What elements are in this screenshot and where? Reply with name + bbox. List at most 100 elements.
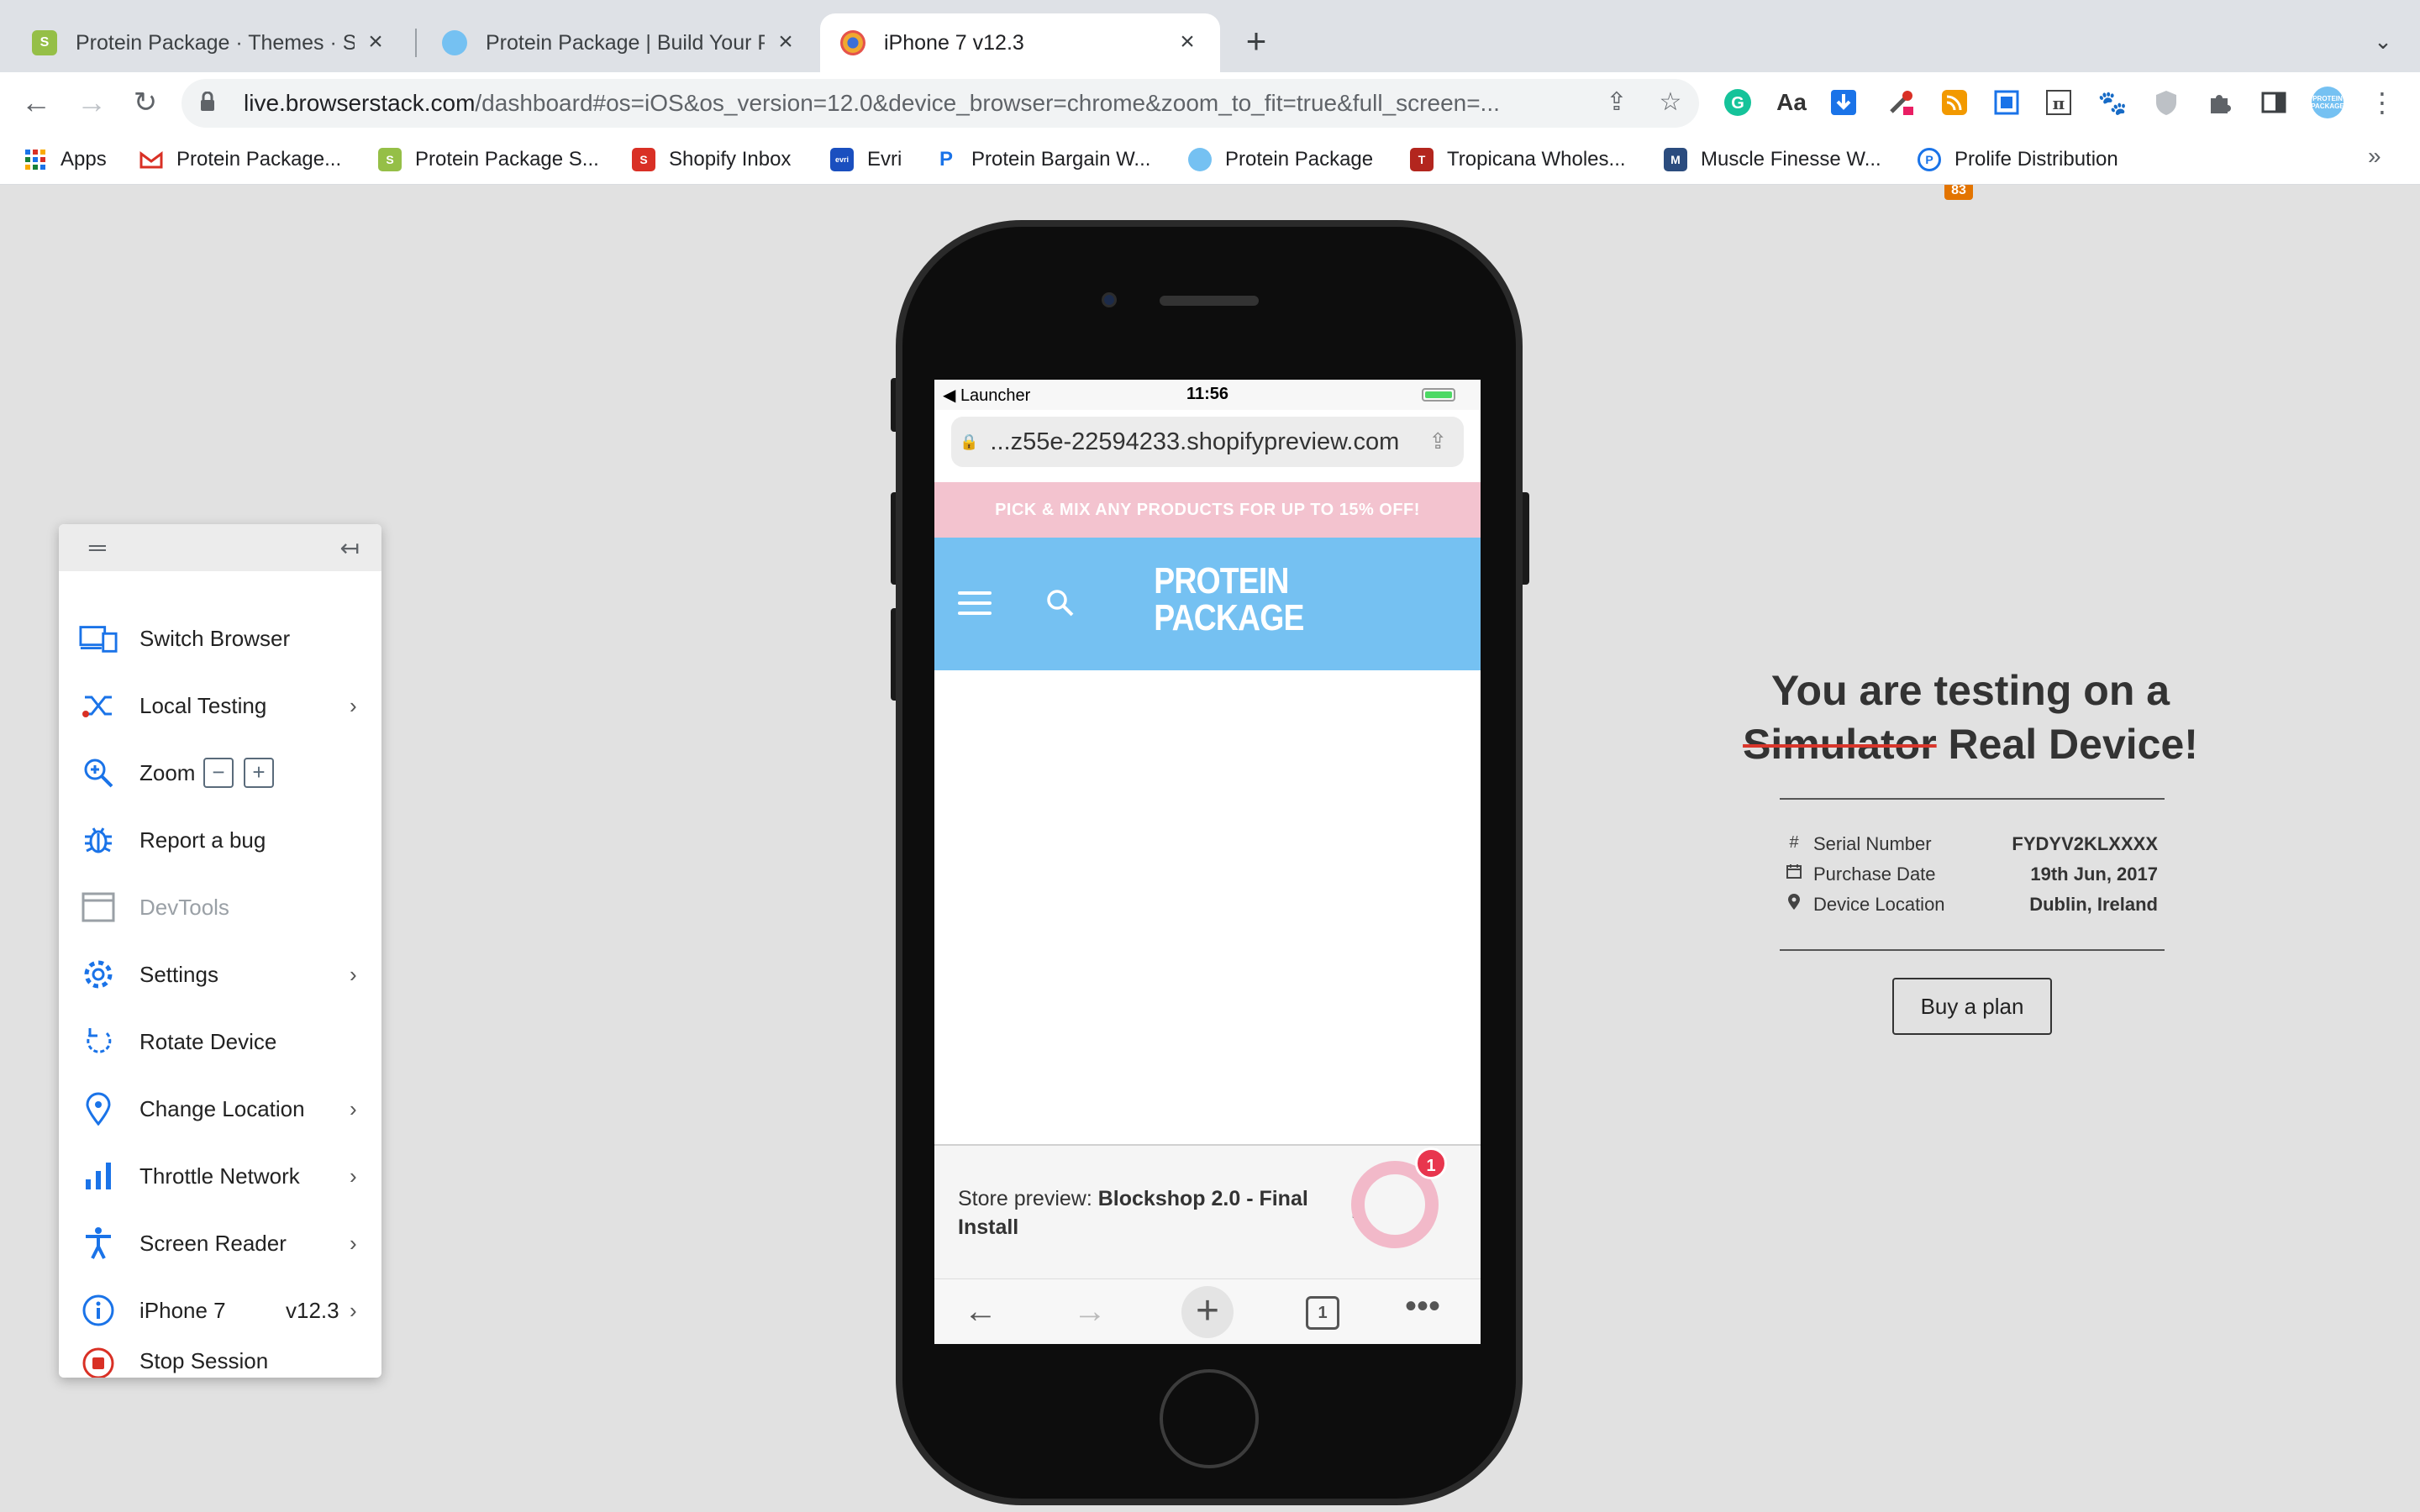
address-bar[interactable]: live.browserstack.com /dashboard#os=iOS&… (182, 79, 1699, 128)
bookmarks-overflow-icon[interactable]: » (2368, 143, 2381, 170)
search-icon[interactable] (1044, 586, 1077, 624)
side-panel-icon[interactable] (2255, 84, 2292, 121)
pb-icon: P (934, 148, 958, 171)
drag-handle-icon[interactable]: ═ (89, 536, 106, 559)
chevron-down-icon[interactable]: ⌄ (2368, 29, 2398, 59)
buy-plan-button[interactable]: Buy a plan (1892, 978, 2052, 1035)
home-button[interactable] (1160, 1369, 1259, 1468)
safari-url-bar[interactable]: 🔒 ...z55e-22594233.shopifypreview.com ⇪ (951, 417, 1464, 467)
local-testing-icon (79, 686, 118, 725)
shopify-icon: S (378, 148, 402, 171)
rss-icon[interactable] (1936, 84, 1973, 121)
stop-session-button[interactable]: Stop Session (59, 1344, 381, 1378)
formula-icon[interactable]: π (2040, 84, 2077, 121)
zoom-out-button[interactable]: − (203, 758, 234, 788)
info-icon (79, 1291, 118, 1330)
close-icon[interactable]: × (363, 29, 388, 55)
reload-button[interactable]: ↻ (126, 84, 165, 123)
eyedropper-icon[interactable] (1882, 84, 1919, 121)
site-header: PROTEIN PACKAGE (934, 538, 1481, 670)
device-info-panel: You are testing on a Simulator Real Devi… (1731, 664, 2210, 771)
device-location-row: Device Location Dublin, Ireland (1785, 890, 2158, 921)
grammarly-icon[interactable]: G (1719, 84, 1756, 121)
chevron-right-icon: › (350, 1163, 357, 1189)
screen-reader-button[interactable]: Screen Reader › (59, 1210, 381, 1277)
tab-iphone[interactable]: iPhone 7 v12.3 × (820, 13, 1220, 72)
info-title-struck: Simulator (1743, 721, 1937, 768)
zoom-in-button[interactable]: + (244, 758, 274, 788)
tab-build-your[interactable]: Protein Package | Build Your Pr × (422, 13, 818, 72)
devtools-button[interactable]: DevTools (59, 874, 381, 941)
dog-icon[interactable]: 🐾 (2094, 84, 2131, 121)
hash-icon: # (1789, 833, 1799, 852)
device-back-button[interactable]: ← (960, 1294, 1002, 1331)
chevron-right-icon: › (350, 1095, 357, 1121)
collapse-icon[interactable]: ↤ (340, 534, 360, 562)
local-testing-button[interactable]: Local Testing › (59, 672, 381, 739)
store-preview-text: Store preview: Blockshop 2.0 - Final Ins… (958, 1184, 1344, 1242)
tab-title: iPhone 7 v12.3 (884, 30, 1024, 55)
screenshot-icon[interactable] (1988, 84, 2025, 121)
device-info-button[interactable]: iPhone 7 v12.3 › (59, 1277, 381, 1344)
dictionary-icon[interactable]: Aa (1773, 84, 1810, 121)
bookmark-gmail[interactable]: Protein Package... (139, 143, 341, 176)
profile-avatar[interactable]: PROTEIN PACKAGE (2309, 84, 2346, 121)
preview-prefix: Store preview: (958, 1187, 1098, 1210)
forward-button[interactable]: → (72, 84, 111, 123)
svg-text:G: G (1731, 94, 1744, 113)
tab-themes[interactable]: S Protein Package · Themes · Sh × (12, 13, 408, 72)
bookmark-shopify[interactable]: S Protein Package S... (378, 143, 599, 176)
bookmark-shopify-inbox[interactable]: S Shopify Inbox (632, 143, 791, 176)
purchase-date-row: Purchase Date 19th Jun, 2017 (1785, 860, 2158, 890)
bookmark-tropicana[interactable]: T Tropicana Wholes... (1410, 143, 1626, 176)
calendar-icon (1785, 864, 1803, 884)
more-options-icon[interactable]: ••• (1402, 1289, 1444, 1326)
settings-button[interactable]: Settings › (59, 941, 381, 1008)
download-icon[interactable] (1825, 84, 1862, 121)
bug-icon (79, 821, 118, 859)
hamburger-menu-icon[interactable] (958, 591, 992, 617)
switch-browser-icon (79, 619, 118, 658)
report-bug-button[interactable]: Report a bug (59, 806, 381, 874)
bookmark-protein-bargain[interactable]: P Protein Bargain W... (934, 143, 1150, 176)
menu-label: Screen Reader (139, 1230, 287, 1256)
site-logo[interactable]: PROTEIN PACKAGE (1154, 563, 1304, 637)
rotate-icon (79, 1022, 118, 1061)
back-button[interactable]: ← (17, 84, 55, 123)
kebab-menu-icon[interactable]: ⋮ (2363, 84, 2402, 123)
bookmark-evri[interactable]: evri Evri (830, 143, 902, 176)
throttle-network-button[interactable]: Throttle Network › (59, 1142, 381, 1210)
share-icon[interactable]: ⇪ (1600, 86, 1634, 119)
back-to-launcher[interactable]: ◀ Launcher (943, 385, 1030, 406)
menu-label: Settings (139, 961, 218, 987)
bookmark-muscle-finesse[interactable]: M Muscle Finesse W... (1664, 143, 1881, 176)
share-icon[interactable]: ⇪ (1428, 428, 1447, 454)
bookmark-prolife[interactable]: P Prolife Distribution (1918, 143, 2118, 176)
device-tabs-button[interactable]: 1 (1306, 1296, 1339, 1330)
close-icon[interactable]: × (1175, 29, 1200, 55)
bookmark-label: Prolife Distribution (1954, 148, 2118, 171)
device-screen[interactable]: ◀ Launcher 11:56 🔒 ...z55e-22594233.shop… (934, 380, 1481, 1344)
bookmark-protein-package[interactable]: Protein Package (1188, 143, 1373, 176)
tab-title: Protein Package | Build Your Pr (486, 30, 765, 55)
close-icon[interactable]: × (773, 29, 798, 55)
change-location-button[interactable]: Change Location › (59, 1075, 381, 1142)
promo-banner[interactable]: PICK & MIX ANY PRODUCTS FOR UP TO 15% OF… (934, 482, 1481, 538)
bookmark-apps[interactable]: Apps (24, 143, 107, 176)
protein-package-icon (442, 30, 467, 55)
device-new-tab-button[interactable]: + (1181, 1286, 1234, 1338)
info-title-line1: You are testing on a (1770, 667, 2170, 714)
bookmark-label: Tropicana Wholes... (1447, 148, 1626, 171)
chevron-right-icon: › (350, 692, 357, 718)
info-value: FYDYV2KLXXXX (2012, 833, 2158, 854)
switch-browser-button[interactable]: Switch Browser (59, 605, 381, 672)
rotate-device-button[interactable]: Rotate Device (59, 1008, 381, 1075)
menu-label: DevTools (139, 894, 229, 920)
muscle-finesse-icon: M (1664, 148, 1687, 171)
shield-icon[interactable] (2148, 84, 2185, 121)
safari-bottom-bar: ← → + 1 ••• (934, 1278, 1481, 1344)
device-forward-button[interactable]: → (1069, 1294, 1111, 1331)
star-icon[interactable]: ☆ (1654, 86, 1687, 119)
new-tab-button[interactable]: + (1239, 24, 1273, 59)
puzzle-icon[interactable] (2202, 84, 2238, 121)
